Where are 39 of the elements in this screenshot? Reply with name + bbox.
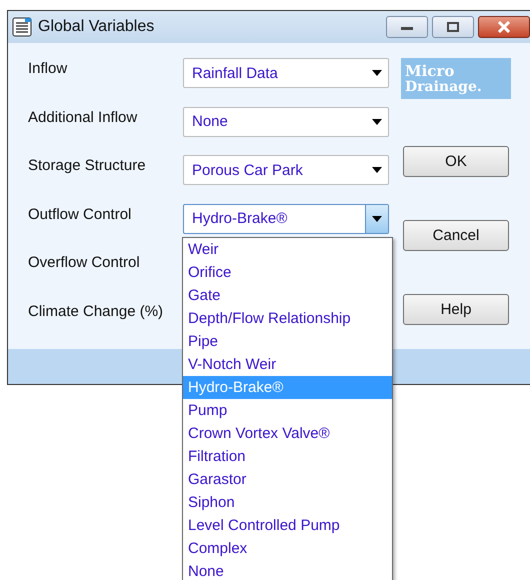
maximize-icon — [446, 21, 460, 33]
field-label: Overflow Control — [28, 253, 141, 271]
dropdown-option[interactable]: Complex — [183, 537, 392, 560]
dialog-button[interactable]: Cancel — [403, 220, 509, 251]
dropdown-option[interactable]: Filtration — [183, 445, 392, 468]
field-label: Climate Change (%) — [28, 302, 164, 320]
caret-icon — [372, 118, 382, 124]
caret-icon — [372, 216, 382, 222]
logo: Micro Drainage. — [401, 58, 511, 99]
maximize-button[interactable] — [432, 16, 474, 38]
close-icon — [497, 21, 511, 33]
dropdown-option[interactable]: V-Notch Weir — [183, 353, 392, 376]
caret-icon — [372, 167, 382, 173]
table-icon — [12, 17, 32, 37]
minimize-button[interactable] — [386, 16, 428, 38]
dropdown-option[interactable]: Weir — [183, 238, 392, 261]
field-label: Inflow — [28, 59, 68, 77]
dropdown-option[interactable]: Pump — [183, 399, 392, 422]
field-label: Outflow Control — [28, 204, 132, 222]
field-label: Additional Inflow — [28, 108, 138, 126]
close-button[interactable] — [478, 16, 530, 38]
caret-icon — [372, 70, 382, 76]
dropdown-field[interactable]: None — [183, 106, 389, 136]
dropdown-option[interactable]: None — [183, 560, 392, 580]
dropdown-option[interactable]: Crown Vortex Valve® — [183, 422, 392, 445]
dialog-button[interactable]: OK — [403, 146, 509, 177]
dropdown-option[interactable]: Orifice — [183, 261, 392, 284]
dropdown-field[interactable]: Porous Car Park — [183, 155, 389, 185]
dropdown-field[interactable]: Hydro-Brake® — [183, 204, 389, 234]
dropdown-option[interactable]: Garastor — [183, 468, 392, 491]
dropdown-option[interactable]: Pipe — [183, 330, 392, 353]
dropdown-option[interactable]: Level Controlled Pump — [183, 514, 392, 537]
dropdown-field[interactable]: Rainfall Data — [183, 58, 389, 88]
field-label: Storage Structure — [28, 156, 147, 174]
dropdown-option[interactable]: Depth/Flow Relationship — [183, 307, 392, 330]
dialog-button[interactable]: Help — [403, 294, 509, 325]
dropdown-option[interactable]: Siphon — [183, 491, 392, 514]
dropdown-option[interactable]: Gate — [183, 284, 392, 307]
window-title: Global Variables — [38, 18, 154, 36]
